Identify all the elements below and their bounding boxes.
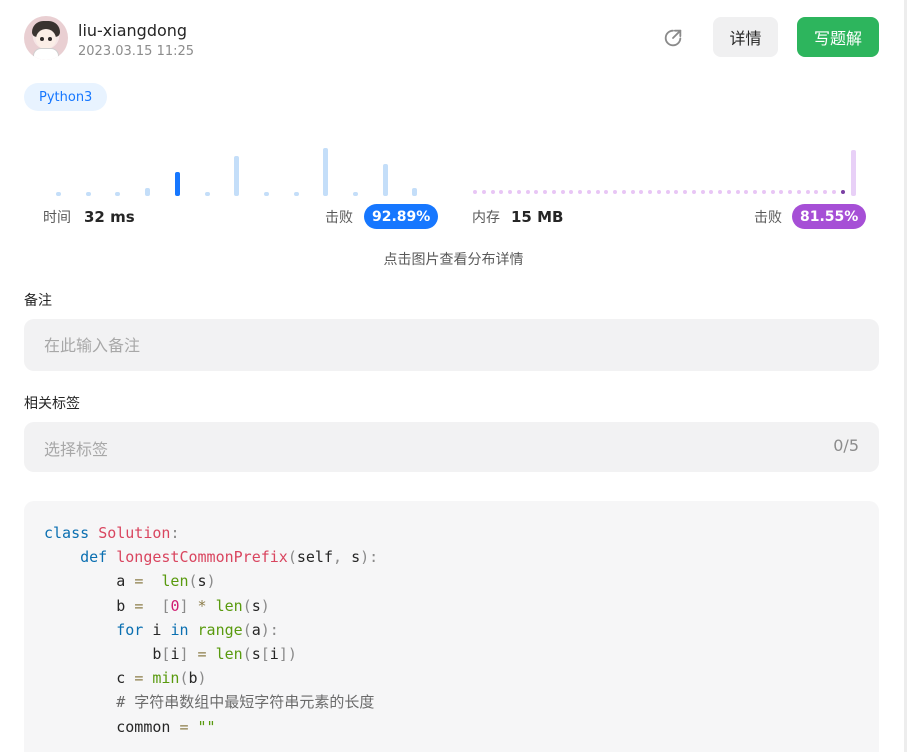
- avatar[interactable]: [24, 16, 68, 60]
- memory-dot: [788, 190, 792, 194]
- memory-dot: [543, 190, 547, 194]
- runtime-bar: [86, 192, 91, 196]
- memory-dot: [718, 190, 722, 194]
- memory-dot: [779, 190, 784, 194]
- memory-beats-label: 击败: [754, 210, 782, 226]
- memory-dot: [473, 190, 477, 194]
- memory-dot: [560, 190, 565, 194]
- memory-dot: [490, 190, 495, 194]
- runtime-bar: [56, 192, 61, 196]
- runtime-bar: [412, 188, 417, 196]
- runtime-value: 32 ms: [84, 208, 135, 226]
- note-input[interactable]: [24, 319, 879, 371]
- runtime-bar: [294, 192, 299, 196]
- code-line: c = min(b): [44, 669, 207, 688]
- note-label: 备注: [24, 293, 52, 309]
- memory-dot: [648, 190, 652, 194]
- memory-dot: [481, 190, 486, 194]
- submission-datetime: 2023.03.15 11:25: [78, 44, 195, 59]
- memory-distribution-chart[interactable]: [470, 140, 862, 196]
- memory-label: 内存: [472, 210, 500, 226]
- memory-dot: [586, 190, 591, 194]
- memory-bar: [851, 150, 856, 196]
- runtime-beats-label: 击败: [325, 210, 353, 226]
- tags-select[interactable]: 选择标签 0/5: [24, 422, 879, 472]
- runtime-beats-badge: 92.89%: [364, 204, 439, 229]
- memory-dot: [700, 190, 705, 194]
- memory-dot: [613, 190, 617, 194]
- runtime-bar: [205, 192, 210, 196]
- memory-dot: [516, 190, 521, 194]
- code-line: for i in range(a):: [116, 620, 279, 639]
- memory-dot: [805, 190, 810, 194]
- share-arrow-icon: [664, 29, 682, 47]
- code-line: common = "": [44, 717, 216, 736]
- memory-dot: [656, 190, 661, 194]
- username[interactable]: liu-xiangdong: [78, 21, 187, 40]
- memory-dot: [814, 190, 819, 194]
- memory-dot: [630, 190, 635, 194]
- runtime-bar: [175, 172, 180, 196]
- runtime-bar: [264, 192, 269, 196]
- memory-dot: [551, 190, 556, 194]
- runtime-label: 时间: [43, 210, 71, 226]
- runtime-bar: [234, 156, 239, 196]
- runtime-bar: [323, 148, 328, 196]
- write-solution-button[interactable]: 写题解: [797, 17, 879, 57]
- distribution-hint[interactable]: 点击图片查看分布详情: [0, 249, 907, 269]
- memory-dot: [683, 190, 687, 194]
- memory-dot: [744, 190, 749, 194]
- runtime-bar: [115, 192, 120, 196]
- code-line: b[i] = len(s[i]): [44, 645, 297, 664]
- runtime-bar: [353, 192, 358, 196]
- memory-dot: [578, 190, 582, 194]
- runtime-distribution-chart[interactable]: [40, 140, 440, 196]
- memory-dot: [604, 190, 609, 194]
- memory-dot: [595, 190, 600, 194]
- tags-label: 相关标签: [24, 396, 80, 412]
- memory-dot: [726, 190, 731, 194]
- memory-dot: [831, 190, 836, 194]
- tags-placeholder: 选择标签: [44, 440, 109, 459]
- code-line: b = [0] * len(s): [44, 596, 270, 615]
- code-block[interactable]: class Solution: def longestCommonPrefix(…: [24, 501, 879, 752]
- memory-dot: [569, 190, 574, 194]
- detail-button[interactable]: 详情: [713, 17, 778, 57]
- runtime-bar: [145, 188, 150, 196]
- memory-dot: [735, 190, 740, 194]
- memory-dot: [796, 190, 801, 194]
- memory-dot: [665, 190, 670, 194]
- memory-dot: [840, 190, 845, 194]
- memory-dot: [534, 190, 539, 194]
- tags-count: 0/5: [833, 436, 859, 455]
- memory-dot: [761, 190, 766, 194]
- memory-dot: [639, 190, 644, 194]
- memory-dot: [499, 190, 504, 194]
- memory-dot: [753, 190, 757, 194]
- memory-dot: [709, 190, 714, 194]
- memory-dot: [621, 190, 626, 194]
- code-line: def longestCommonPrefix(self, s):: [80, 548, 379, 567]
- code-line: # 字符串数组中最短字符串元素的长度: [116, 693, 375, 712]
- memory-dot: [823, 190, 827, 194]
- submission-header: liu-xiangdong 2023.03.15 11:25 详情 写题解: [24, 16, 879, 64]
- memory-value: 15 MB: [511, 208, 564, 226]
- memory-dot: [674, 190, 679, 194]
- runtime-bar: [383, 164, 388, 196]
- memory-dot: [525, 190, 530, 194]
- memory-dot: [508, 190, 512, 194]
- code-line: a = len(s): [44, 572, 216, 591]
- share-button[interactable]: [660, 25, 686, 51]
- memory-beats-badge: 81.55%: [792, 204, 867, 229]
- memory-dot: [691, 190, 696, 194]
- language-tag: Python3: [24, 83, 108, 111]
- code-line: class Solution:: [44, 524, 180, 542]
- memory-dot: [770, 190, 775, 194]
